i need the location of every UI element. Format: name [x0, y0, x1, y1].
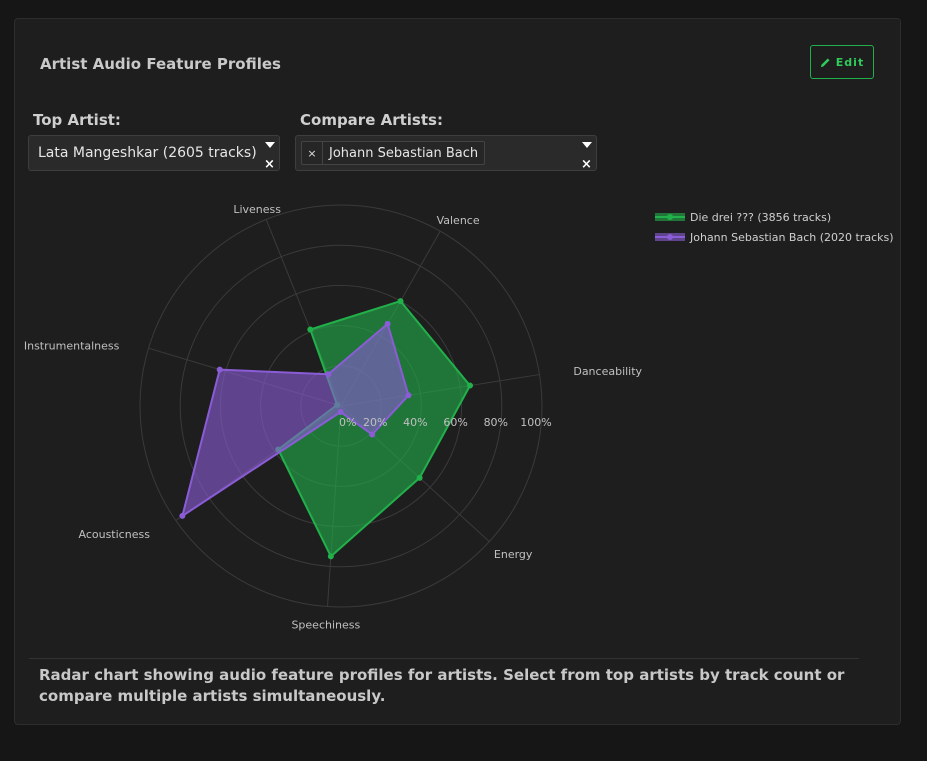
legend-marker: [667, 234, 673, 240]
data-point: [397, 298, 404, 305]
data-point: [216, 366, 223, 373]
data-point: [307, 326, 314, 333]
data-point: [467, 382, 474, 389]
radial-tick-label: 60%: [443, 416, 467, 429]
radial-tick-label: 80%: [484, 416, 508, 429]
data-point: [416, 474, 423, 481]
axis-label: Instrumentalness: [24, 339, 120, 352]
radial-tick-label: 20%: [363, 416, 387, 429]
axis-label: Speechiness: [291, 619, 360, 632]
data-point: [179, 512, 186, 519]
feature-profile-panel: Artist Audio Feature Profiles Edit Top A…: [14, 18, 901, 725]
axis-label: Energy: [494, 548, 533, 561]
axis-label: Valence: [437, 214, 480, 227]
data-point: [325, 371, 332, 378]
radial-tick-label: 0%: [339, 416, 356, 429]
data-point: [369, 431, 376, 438]
data-point: [384, 320, 391, 327]
data-point: [405, 392, 412, 399]
chart-description: Radar chart showing audio feature profil…: [39, 666, 845, 705]
axis-label: Liveness: [233, 203, 281, 216]
footer-divider: [29, 658, 859, 659]
data-point: [337, 409, 344, 416]
legend-entry: Johann Sebastian Bach (2020 tracks): [689, 231, 894, 244]
radial-tick-label: 40%: [403, 416, 427, 429]
radial-tick-label: 100%: [520, 416, 551, 429]
legend-entry: Die drei ??? (3856 tracks): [690, 211, 831, 224]
axis-label: Acousticness: [79, 528, 151, 541]
axis-label: Danceability: [573, 365, 642, 378]
data-point: [327, 553, 334, 560]
legend-marker: [667, 214, 673, 220]
radar-chart: Danceability Energy Speechiness Acousticnes…: [24, 203, 894, 632]
